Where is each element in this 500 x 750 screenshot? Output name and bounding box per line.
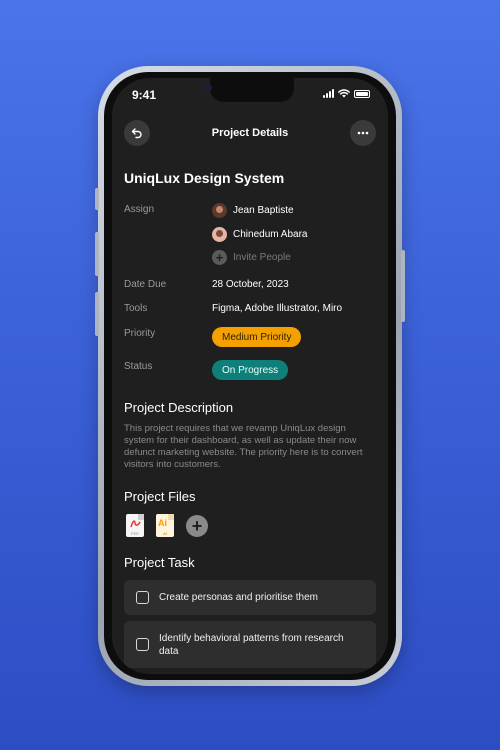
- tools-label: Tools: [124, 303, 148, 314]
- assignee-chinedum[interactable]: Chinedum Abara: [212, 227, 308, 242]
- status-label: Status: [124, 361, 153, 372]
- avatar: [212, 227, 227, 242]
- avatar: [212, 203, 227, 218]
- tools-value: Figma, Adobe Illustrator, Miro: [212, 303, 343, 314]
- files-title: Project Files: [124, 489, 196, 504]
- assign-label: Assign: [124, 204, 155, 215]
- illustrator-file-icon[interactable]: Ai AI: [156, 514, 174, 537]
- camera-icon: [204, 84, 212, 92]
- invite-people-button[interactable]: + Invite People: [212, 250, 291, 265]
- phone-volume-up: [95, 232, 99, 276]
- date-due-label: Date Due: [124, 279, 167, 290]
- priority-label: Priority: [124, 328, 156, 339]
- task-text: Identify behavioral patterns from resear…: [159, 632, 344, 657]
- header: Project Details: [112, 120, 388, 148]
- files-list: PDF Ai AI +: [126, 514, 208, 537]
- status-time: 9:41: [132, 88, 157, 102]
- assignee-name: Chinedum Abara: [233, 229, 308, 240]
- description-text: This project requires that we revamp Uni…: [124, 423, 363, 470]
- phone-silent-switch: [95, 188, 99, 210]
- task-checkbox[interactable]: [136, 638, 149, 651]
- tasks-title: Project Task: [124, 555, 195, 570]
- page-title: Project Details: [211, 127, 289, 139]
- project-title: UniqLux Design System: [124, 170, 285, 186]
- file-type-label: Ai: [158, 518, 167, 528]
- battery-icon: [354, 89, 370, 98]
- date-due-value: 28 October, 2023: [212, 279, 289, 290]
- plus-icon: +: [191, 515, 203, 536]
- assignee-name: Jean Baptiste: [233, 205, 294, 216]
- plus-icon: +: [212, 250, 227, 265]
- priority-badge[interactable]: Medium Priority: [212, 327, 302, 347]
- file-type-label: PDF: [131, 531, 139, 536]
- more-dots-icon: [357, 131, 369, 135]
- notch: [210, 78, 294, 102]
- assignee-jean[interactable]: Jean Baptiste: [212, 203, 294, 218]
- task-item[interactable]: Create personas and prioritise them: [124, 580, 376, 615]
- app-screen: 9:41 Project Details UniqLux Design Syst…: [112, 78, 388, 674]
- invite-label: Invite People: [233, 252, 291, 263]
- status-badge[interactable]: On Progress: [212, 360, 289, 380]
- task-item[interactable]: Identify behavioral patterns from resear…: [124, 621, 376, 668]
- file-sub-label: AI: [163, 531, 167, 536]
- wifi-icon: [338, 89, 350, 98]
- status-icons: [323, 89, 370, 98]
- task-checkbox[interactable]: [136, 591, 149, 604]
- phone-volume-down: [95, 292, 99, 336]
- task-text: Create personas and prioritise them: [159, 592, 318, 603]
- description-title: Project Description: [124, 400, 234, 415]
- phone-power-button: [401, 250, 405, 322]
- more-options-button[interactable]: [350, 120, 376, 146]
- pdf-file-icon[interactable]: PDF: [126, 514, 144, 537]
- pdf-mark-icon: [130, 520, 141, 528]
- signal-icon: [323, 89, 334, 98]
- add-file-button[interactable]: +: [186, 514, 208, 537]
